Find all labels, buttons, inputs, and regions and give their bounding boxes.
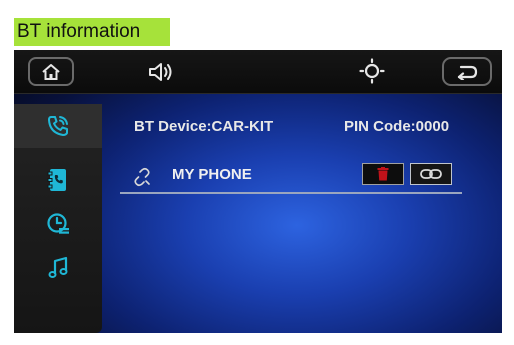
sidebar-item-call-history[interactable] [14, 202, 102, 246]
brightness-icon [359, 58, 385, 84]
unlink-icon [134, 167, 150, 187]
contacts-icon [47, 169, 66, 191]
home-button[interactable] [28, 57, 74, 86]
home-icon [42, 63, 60, 80]
volume-icon [149, 63, 172, 81]
bt-info-panel: BT Device:CAR-KIT PIN Code:0000 MY PHONE [104, 104, 502, 333]
paired-device-name: MY PHONE [172, 166, 252, 183]
back-icon [457, 65, 478, 80]
phone-call-icon [48, 116, 68, 136]
back-button[interactable] [442, 57, 492, 86]
connect-device-button[interactable] [410, 163, 452, 185]
sidebar-item-music[interactable] [14, 246, 102, 290]
call-history-icon [47, 213, 69, 234]
sidebar-item-contacts[interactable] [14, 158, 102, 202]
sidebar [14, 104, 102, 333]
section-label: BT information [14, 18, 170, 46]
delete-device-button[interactable] [362, 163, 404, 185]
paired-device-row[interactable]: MY PHONE [120, 160, 462, 194]
volume-button[interactable] [146, 58, 176, 86]
delete-icon [377, 167, 389, 181]
music-icon [48, 256, 68, 278]
pin-code: PIN Code:0000 [344, 118, 450, 135]
head-unit-screen: BT Device:CAR-KIT PIN Code:0000 MY PHONE [14, 50, 502, 333]
sidebar-item-phone[interactable] [14, 104, 102, 148]
brightness-button[interactable] [357, 56, 387, 86]
top-bar [14, 50, 502, 94]
connect-icon [420, 169, 442, 179]
bt-device-name: BT Device:CAR-KIT [134, 118, 274, 135]
